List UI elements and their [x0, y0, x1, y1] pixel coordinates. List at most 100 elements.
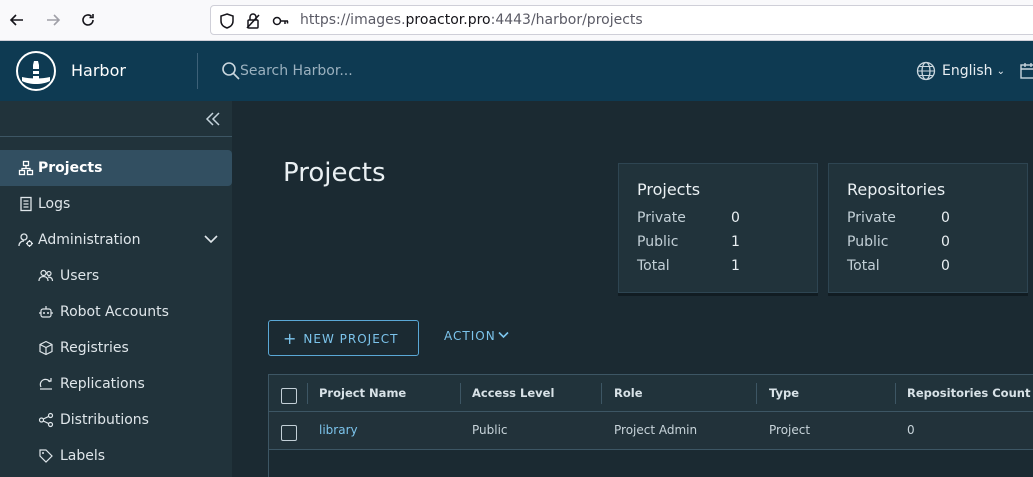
stat-value: 1 [731, 258, 740, 274]
role-cell: Project Admin [614, 423, 698, 437]
stat-label: Public [637, 234, 679, 250]
chevron-down-icon[interactable] [204, 234, 218, 244]
sidebar-divider [0, 136, 232, 137]
url-text[interactable]: https://images.proactor.pro:4443/harbor/… [300, 12, 643, 28]
column-separator[interactable] [601, 383, 602, 404]
card-title: Repositories [847, 180, 946, 199]
select-all-checkbox[interactable] [281, 388, 297, 404]
language-selector[interactable]: English ⌄ [916, 61, 1005, 81]
stat-value: 0 [941, 210, 950, 226]
calendar-icon[interactable] [1019, 62, 1033, 80]
address-bar[interactable]: https://images.proactor.pro:4443/harbor/… [210, 5, 1033, 35]
table-row[interactable]: library Public Project Admin Project 0 [269, 412, 1033, 450]
chevron-down-icon [498, 331, 509, 339]
datagrid-header: Project Name Access Level Role Type Repo… [269, 375, 1033, 412]
sidebar-item-label: Distributions [60, 412, 149, 428]
plus-icon: + [283, 328, 298, 348]
sidebar-item-distributions[interactable]: Distributions [0, 402, 232, 438]
sidebar-item-registries[interactable]: Registries [0, 330, 232, 366]
sidebar: Projects Logs Administration Users Robot… [0, 101, 232, 477]
lock-insecure-icon[interactable] [244, 12, 262, 30]
column-header-access-level[interactable]: Access Level [472, 375, 554, 411]
search-input[interactable] [240, 60, 540, 82]
reload-icon [82, 14, 94, 26]
card-title: Projects [637, 180, 701, 199]
sidebar-item-robot-accounts[interactable]: Robot Accounts [0, 294, 232, 330]
distributions-icon [38, 412, 54, 428]
column-separator [307, 383, 308, 404]
shield-icon[interactable] [218, 12, 236, 30]
row-checkbox[interactable] [281, 425, 297, 441]
back-button[interactable] [6, 9, 28, 31]
chevron-down-icon: ⌄ [996, 65, 1005, 77]
sidebar-item-labels[interactable]: Labels [0, 438, 232, 474]
stat-label: Total [637, 258, 670, 274]
projects-icon [18, 160, 34, 176]
double-chevron-left-icon [205, 112, 220, 126]
sidebar-item-replications[interactable]: Replications [0, 366, 232, 402]
search-icon [222, 62, 240, 80]
new-project-label: NEW PROJECT [303, 331, 399, 346]
header-divider [197, 53, 198, 89]
page-title: Projects [283, 158, 386, 188]
key-icon[interactable] [272, 12, 290, 30]
collapse-sidebar-button[interactable] [202, 109, 224, 131]
column-header-project-name[interactable]: Project Name [319, 375, 406, 411]
tag-icon [39, 449, 53, 463]
column-separator[interactable] [756, 383, 757, 404]
stat-value: 0 [941, 234, 950, 250]
logs-icon [20, 196, 32, 212]
registries-icon [39, 340, 53, 356]
column-separator[interactable] [895, 383, 896, 404]
language-label: English [942, 63, 993, 79]
sidebar-item-label: Users [60, 268, 100, 284]
forward-button[interactable] [42, 9, 64, 31]
column-header-type[interactable]: Type [769, 375, 799, 411]
repositories-summary-card: Repositories Private 0 Public 0 Total 0 [828, 163, 1028, 293]
globe-icon [916, 61, 936, 81]
browser-toolbar: https://images.proactor.pro:4443/harbor/… [0, 0, 1033, 41]
sidebar-item-label: Registries [60, 340, 129, 356]
forward-arrow-icon [47, 14, 61, 26]
project-name-link[interactable]: library [319, 412, 358, 449]
users-icon [38, 269, 54, 282]
replications-icon [39, 378, 52, 390]
action-label: ACTION [444, 329, 496, 343]
brand-name: Harbor [71, 61, 126, 80]
sidebar-item-label: Robot Accounts [60, 304, 169, 320]
stat-value: 1 [731, 234, 740, 250]
admin-icon [18, 233, 33, 247]
sidebar-item-projects[interactable]: Projects [0, 150, 232, 186]
sidebar-item-administration[interactable]: Administration [0, 222, 232, 258]
url-path: :4443/harbor/projects [490, 12, 643, 28]
stat-label: Public [847, 234, 889, 250]
projects-summary-card: Projects Private 0 Public 1 Total 1 [618, 163, 818, 293]
sidebar-item-label: Logs [38, 196, 71, 212]
stat-label: Total [847, 258, 880, 274]
stat-value: 0 [731, 210, 740, 226]
access-level-cell: Public [472, 423, 508, 437]
projects-datagrid: Project Name Access Level Role Type Repo… [268, 374, 1033, 477]
back-arrow-icon [9, 14, 23, 26]
stat-label: Private [637, 210, 686, 226]
url-host: proactor.pro [405, 12, 491, 28]
reload-button[interactable] [77, 9, 99, 31]
url-prefix: https://images. [300, 12, 406, 28]
column-header-repositories-count[interactable]: Repositories Count [907, 375, 1030, 411]
column-separator[interactable] [460, 383, 461, 404]
sidebar-item-logs[interactable]: Logs [0, 186, 232, 222]
stat-value: 0 [941, 258, 950, 274]
robot-icon [39, 306, 53, 318]
action-dropdown[interactable]: ACTION [444, 329, 509, 349]
main-content: Projects Projects Private 0 Public 1 Total… [232, 101, 1033, 477]
app-header: Harbor English⌄ [0, 41, 1033, 101]
sidebar-item-users[interactable]: Users [0, 258, 232, 294]
type-cell: Project [769, 423, 811, 437]
sidebar-item-label: Replications [60, 376, 145, 392]
repositories-count-cell: 0 [907, 423, 915, 437]
harbor-logo[interactable] [16, 51, 56, 91]
new-project-button[interactable]: + NEW PROJECT [268, 320, 419, 356]
stat-label: Private [847, 210, 896, 226]
column-header-role[interactable]: Role [614, 375, 643, 411]
sidebar-item-label: Labels [60, 448, 106, 464]
